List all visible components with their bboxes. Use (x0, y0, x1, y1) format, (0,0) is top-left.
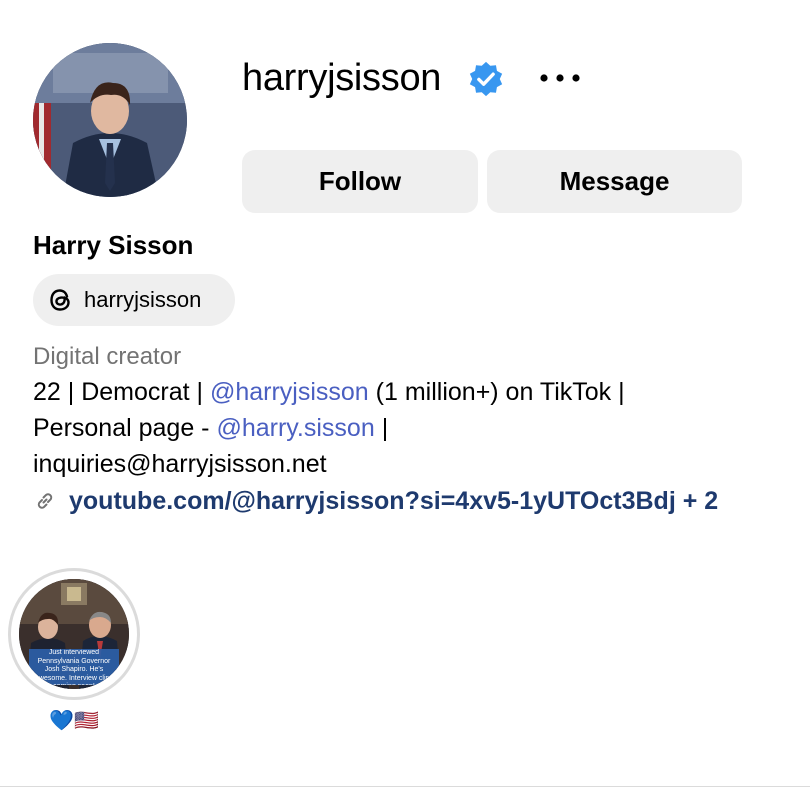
threads-icon (50, 289, 70, 311)
bio-text: 22 | Democrat | (33, 378, 210, 406)
ellipsis-icon[interactable] (536, 64, 584, 92)
highlight-label: 💙🇺🇸 (49, 710, 99, 732)
profile-username: harryjsisson (242, 57, 442, 99)
profile-category: Digital creator (33, 343, 182, 370)
bio-text: | (374, 414, 389, 442)
mention-link[interactable]: @harry.sisson (216, 414, 374, 442)
external-link[interactable]: youtube.com/@harryjsisson?si=4xv5-1yUTOc… (69, 487, 718, 516)
threads-handle: harryjsisson (84, 287, 202, 312)
bio-text: (1 million+) on TikTok | (368, 378, 625, 406)
verified-badge-icon (469, 61, 503, 97)
threads-badge[interactable]: harryjsisson (33, 274, 235, 326)
external-link-row: youtube.com/@harryjsisson?si=4xv5-1yUTOc… (33, 482, 718, 520)
bio-line-2: Personal page - @harry.sisson | (33, 410, 810, 446)
profile-full-name: Harry Sisson (33, 230, 194, 260)
link-icon (37, 493, 53, 509)
story-highlight[interactable]: Just interviewed Pennsylvania Governor J… (8, 568, 140, 700)
highlight-caption: Just interviewed Pennsylvania Governor J… (35, 649, 113, 685)
bio-line-1: 22 | Democrat | @harryjsisson (1 million… (33, 374, 810, 410)
mention-link[interactable]: @harryjsisson (210, 378, 369, 406)
divider (0, 786, 810, 787)
follow-button[interactable]: Follow (242, 150, 478, 213)
avatar-photo (33, 43, 187, 197)
highlight-cover: Just interviewed Pennsylvania Governor J… (19, 579, 129, 689)
highlight-cover-image: Just interviewed Pennsylvania Governor J… (19, 579, 129, 689)
bio-email: inquiries@harryjsisson.net (33, 450, 327, 478)
profile-avatar[interactable] (33, 43, 187, 197)
message-button[interactable]: Message (487, 150, 742, 213)
bio-text: Personal page - (33, 414, 217, 442)
